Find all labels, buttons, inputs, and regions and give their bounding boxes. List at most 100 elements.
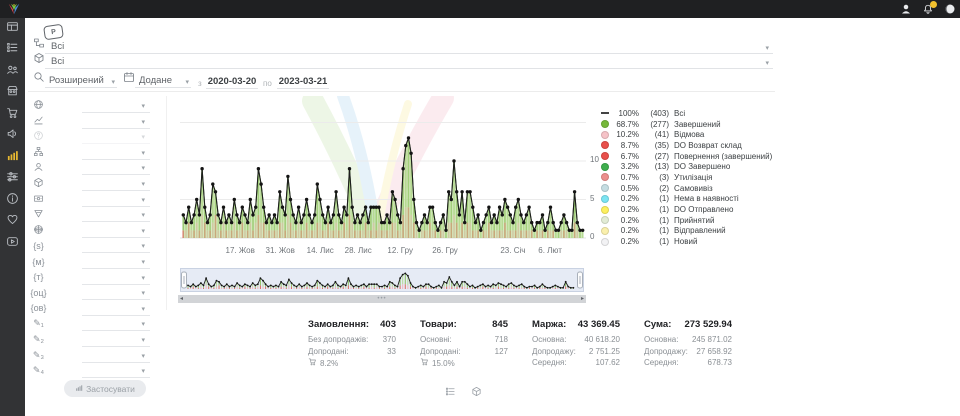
notifications-icon[interactable]: [921, 3, 934, 16]
scroll-left-icon[interactable]: ◂: [178, 295, 185, 303]
left-filter-brace-ov[interactable]: {ов}▾: [30, 301, 155, 316]
apply-button-label: Застосувати: [86, 384, 135, 394]
sidebar-item-store[interactable]: [0, 83, 25, 105]
left-filter-area-pen[interactable]: ▾: [30, 114, 155, 129]
left-filter-globe[interactable]: ▾: [30, 98, 155, 113]
legend-count: (1): [643, 226, 669, 235]
scroll-right-icon[interactable]: ▸: [579, 295, 586, 303]
date-to-input[interactable]: 2023-03-21: [277, 76, 329, 89]
stat-sub-label: Допродажу:: [644, 346, 688, 358]
left-filter-brace-oc[interactable]: {оц}▾: [30, 285, 155, 300]
stat-title: Сума:: [644, 319, 671, 330]
left-filter-question[interactable]: ▾: [30, 129, 155, 144]
legend-swatch: [601, 238, 609, 246]
dashboard-icon: [6, 20, 19, 38]
date-field-value: Додане: [139, 75, 172, 86]
date-from-input[interactable]: 2020-03-20: [206, 76, 258, 89]
left-filter-cube[interactable]: ▾: [30, 176, 155, 191]
filter-select-cube[interactable]: Всі▾: [33, 55, 773, 69]
filter-select-flow[interactable]: Всі▾: [33, 40, 773, 54]
stat-value: 43 369.45: [578, 319, 620, 330]
y-tick-5: 5: [590, 194, 594, 203]
left-filter-brace-s[interactable]: {s}▾: [30, 238, 155, 253]
left-filter-money[interactable]: ▾: [30, 192, 155, 207]
legend-percent: 8.7%: [613, 141, 639, 150]
left-filter-funnel[interactable]: ▾: [30, 207, 155, 222]
legend-item[interactable]: 6.7%(27)Повернення (завершений): [601, 151, 772, 162]
cart-icon: [420, 357, 429, 370]
legend-item[interactable]: 3.2%(13)DO Завершено: [601, 161, 772, 172]
main-sidebar: [0, 18, 25, 416]
sidebar-item-video[interactable]: [0, 233, 25, 255]
left-filter-brace-m[interactable]: {м} ▾: [30, 254, 155, 269]
legend-item[interactable]: 8.7%(35)DO Возврат склад: [601, 140, 772, 151]
legend-label: Повернення (завершений): [674, 152, 772, 161]
chevron-down-icon: ▾: [111, 79, 115, 86]
date-field-select[interactable]: Додане ▾: [123, 73, 191, 88]
legend-item[interactable]: 0.7%(3)Утилізація: [601, 172, 772, 183]
legend-item[interactable]: 10.2%(41)Відмова: [601, 129, 772, 140]
legend-item[interactable]: 68.7%(277)Завершений: [601, 119, 772, 130]
legend-item[interactable]: 0.2%(1)Нема в наявності: [601, 194, 772, 205]
globe-icon: [30, 99, 47, 112]
money-icon: [30, 193, 47, 206]
search-mode-select[interactable]: Розширений ▾: [33, 73, 117, 88]
list-view-icon[interactable]: [445, 384, 456, 402]
legend-count: (1): [643, 194, 669, 203]
chevron-down-icon: ▾: [141, 134, 145, 141]
chart-scrollbar[interactable]: ◂ ••• ▸: [178, 295, 586, 303]
x-axis-label: 12. Гру: [387, 246, 413, 255]
left-filter-globe-grid[interactable]: ▾: [30, 223, 155, 238]
scroll-grip[interactable]: •••: [377, 295, 386, 303]
left-filter-brace-t[interactable]: {т}▾: [30, 270, 155, 285]
x-axis-label: 31. Жов: [266, 246, 295, 255]
brace-m-icon: {м}: [30, 257, 47, 267]
sidebar-item-sliders[interactable]: [0, 169, 25, 191]
x-axis-label: 26. Гру: [432, 246, 458, 255]
legend-item[interactable]: 0.2%(1)Новий: [601, 236, 772, 247]
sidebar-item-heart[interactable]: [0, 212, 25, 234]
sidebar-item-megaphone[interactable]: [0, 126, 25, 148]
sidebar-item-cart[interactable]: [0, 104, 25, 126]
calendar-icon: [123, 70, 135, 88]
legend-item[interactable]: 0.2%(1)DO Отправлено: [601, 204, 772, 215]
left-filter-pencil-4[interactable]: ✎₄▾: [30, 363, 155, 378]
stat-upsell-percent: 15.0%: [432, 358, 455, 370]
pencil-1-icon: ✎₁: [30, 318, 47, 329]
left-filter-pencil-1[interactable]: ✎₁ ▾: [30, 316, 155, 331]
legend-item[interactable]: 100%(403)Всі: [601, 108, 772, 119]
left-filter-pencil-2[interactable]: ✎₂▾: [30, 332, 155, 347]
sidebar-item-orders[interactable]: [0, 40, 25, 62]
orders-icon: [6, 41, 19, 59]
legend-label: DO Отправлено: [674, 205, 733, 214]
cube-view-icon[interactable]: [471, 384, 482, 402]
legend-item[interactable]: 0.2%(1)Відправлений: [601, 226, 772, 237]
sidebar-item-info[interactable]: [0, 190, 25, 212]
left-filter-pencil-3[interactable]: ✎₃▾: [30, 348, 155, 363]
chevron-down-icon: ▾: [141, 290, 145, 297]
left-filter-contact[interactable]: ▾: [30, 160, 155, 175]
legend-item[interactable]: 0.5%(2)Самовивіз: [601, 183, 772, 194]
sidebar-item-analytics[interactable]: [0, 147, 25, 169]
user-icon[interactable]: [899, 3, 912, 16]
sidebar-item-users[interactable]: [0, 61, 25, 83]
notification-badge: [930, 1, 937, 8]
chevron-down-icon: ▾: [141, 259, 145, 266]
select-underline: [82, 377, 150, 378]
left-filter-hierarchy[interactable]: ▾: [30, 145, 155, 160]
x-axis-label: 23. Січ: [500, 246, 525, 255]
orders-chart[interactable]: [180, 98, 586, 248]
legend-label: Всі: [674, 109, 685, 118]
p-badge-icon[interactable]: P: [43, 24, 64, 41]
contact-icon: [30, 161, 47, 174]
legend-label: Нема в наявності: [674, 194, 739, 203]
brace-s-icon: {s}: [30, 241, 47, 251]
legend-swatch: [601, 141, 609, 149]
chevron-down-icon: ▾: [141, 321, 145, 328]
apply-button[interactable]: Застосувати: [64, 380, 146, 397]
avatar-icon[interactable]: [943, 3, 956, 16]
sidebar-item-dashboard[interactable]: [0, 18, 25, 40]
legend-item[interactable]: 0.2%(1)Прийнятий: [601, 215, 772, 226]
chart-navigator[interactable]: [180, 268, 584, 292]
legend-count: (403): [643, 109, 669, 118]
